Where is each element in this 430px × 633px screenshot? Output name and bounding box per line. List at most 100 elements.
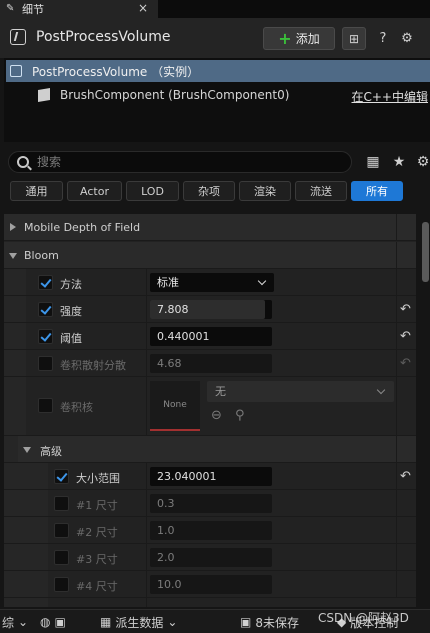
property-row-threshold: 阈值 0.440001 ↶: [4, 323, 416, 350]
close-icon[interactable]: ×: [138, 1, 148, 15]
row-indent: [4, 436, 18, 462]
size3-value: 2.0: [157, 551, 175, 564]
row-indent: [4, 296, 26, 322]
override-checkbox[interactable]: [54, 577, 69, 592]
override-checkbox[interactable]: [38, 275, 53, 290]
column-divider: [396, 377, 397, 435]
column-divider: [396, 490, 397, 516]
property-label: #3 尺寸: [76, 553, 118, 566]
filter-rendering[interactable]: 渲染: [239, 181, 291, 201]
status-icons[interactable]: ◍ ▣: [40, 610, 66, 633]
conv-scatter-value: 4.68: [157, 357, 182, 370]
search-input[interactable]: [37, 155, 337, 169]
tab-details[interactable]: ✎ 细节 ×: [0, 0, 158, 18]
category-label: Bloom: [24, 249, 59, 262]
reset-icon[interactable]: ↶: [400, 356, 411, 371]
override-checkbox[interactable]: [38, 302, 53, 317]
settings-button[interactable]: ⚙: [398, 29, 416, 47]
threshold-input[interactable]: 0.440001: [150, 327, 272, 346]
add-component-button[interactable]: + 添加: [263, 27, 335, 50]
search-box[interactable]: [8, 151, 352, 173]
method-dropdown[interactable]: 标准: [150, 273, 274, 292]
category-label: 高级: [40, 445, 62, 458]
help-button[interactable]: ?: [374, 29, 392, 47]
component-child[interactable]: BrushComponent (BrushComponent0) 在C++中编辑: [6, 84, 430, 106]
unsaved-button[interactable]: ▣ 8未保存: [240, 610, 299, 633]
property-label: #1 尺寸: [76, 499, 118, 512]
size2-input[interactable]: 1.0: [150, 521, 272, 540]
filter-streaming[interactable]: 流送: [295, 181, 347, 201]
volume-icon: [10, 65, 22, 77]
derived-data-label: 派生数据: [115, 615, 164, 630]
row-indent: [4, 544, 48, 570]
property-label: 大小范围: [76, 472, 120, 485]
filter-misc[interactable]: 杂项: [183, 181, 235, 201]
row-indent: [4, 598, 48, 607]
actor-icon: [10, 29, 26, 45]
override-checkbox[interactable]: [54, 469, 69, 484]
texture-thumbnail[interactable]: None: [150, 381, 200, 431]
filter-actor[interactable]: Actor: [67, 181, 122, 201]
reset-icon[interactable]: ↶: [400, 469, 411, 484]
category-advanced[interactable]: 高级: [4, 436, 416, 463]
column-divider: [146, 269, 147, 295]
column-divider: [396, 544, 397, 570]
search-icon: [17, 156, 29, 168]
scrollbar-thumb[interactable]: [422, 222, 429, 282]
column-divider: [396, 242, 397, 268]
column-divider: [146, 517, 147, 543]
override-checkbox[interactable]: [54, 523, 69, 538]
filter-lod[interactable]: LOD: [126, 181, 179, 201]
reset-icon[interactable]: ↶: [400, 302, 411, 317]
plus-icon: +: [278, 28, 292, 48]
conv-scatter-input[interactable]: 4.68: [150, 354, 272, 373]
property-label: #4 尺寸: [76, 580, 118, 593]
filter-all[interactable]: 所有: [351, 181, 403, 201]
property-label: 强度: [60, 305, 82, 318]
status-left[interactable]: 综 ⌄: [2, 610, 28, 633]
star-icon: ★: [392, 154, 406, 170]
gear-icon: ⚙: [401, 30, 413, 46]
column-divider: [146, 544, 147, 570]
property-row-method: 方法 标准: [4, 269, 416, 296]
row-indent: [4, 571, 48, 597]
column-divider: [396, 517, 397, 543]
property-row-size4: #4 尺寸 10.0: [4, 571, 416, 598]
component-child-label: BrushComponent (BrushComponent0): [60, 88, 290, 102]
browse-icon[interactable]: ⚲: [235, 408, 251, 424]
size3-input[interactable]: 2.0: [150, 548, 272, 567]
edit-in-cpp-link[interactable]: 在C++中编辑: [352, 88, 429, 105]
component-root[interactable]: PostProcessVolume （实例）: [6, 60, 430, 82]
override-checkbox[interactable]: [54, 550, 69, 565]
override-checkbox[interactable]: [38, 398, 53, 413]
actor-name: PostProcessVolume: [36, 29, 171, 45]
column-divider: [396, 214, 397, 240]
property-label: 阈值: [60, 332, 82, 345]
table-icon: ▦: [366, 154, 380, 170]
options-button[interactable]: ⚙: [414, 153, 430, 171]
texture-dropdown[interactable]: 无: [207, 381, 394, 402]
chevron-down-icon: ⌄: [167, 615, 178, 629]
category-mobile-dof[interactable]: Mobile Depth of Field: [4, 214, 416, 241]
category-bloom[interactable]: Bloom: [4, 242, 416, 269]
column-divider: [146, 598, 147, 607]
table-view-button[interactable]: ▦: [364, 153, 382, 171]
reset-icon[interactable]: ↶: [400, 329, 411, 344]
blueprint-button[interactable]: ⊞: [342, 27, 366, 50]
derived-data-button[interactable]: ▦ 派生数据 ⌄: [100, 610, 177, 633]
intensity-slider[interactable]: 7.808: [150, 300, 272, 319]
property-label: 方法: [60, 278, 82, 291]
override-checkbox[interactable]: [38, 329, 53, 344]
column-divider: [396, 269, 397, 295]
use-selected-icon[interactable]: ⊖: [211, 408, 227, 424]
size-scale-input[interactable]: 23.040001: [150, 467, 272, 486]
favorites-button[interactable]: ★: [390, 153, 408, 171]
override-checkbox[interactable]: [38, 356, 53, 371]
filter-general[interactable]: 通用: [10, 181, 63, 201]
property-label: #2 尺寸: [76, 526, 118, 539]
size4-input[interactable]: 10.0: [150, 575, 272, 594]
intensity-value: 7.808: [157, 303, 189, 316]
override-checkbox[interactable]: [54, 496, 69, 511]
size1-input[interactable]: 0.3: [150, 494, 272, 513]
row-indent: [4, 377, 26, 435]
